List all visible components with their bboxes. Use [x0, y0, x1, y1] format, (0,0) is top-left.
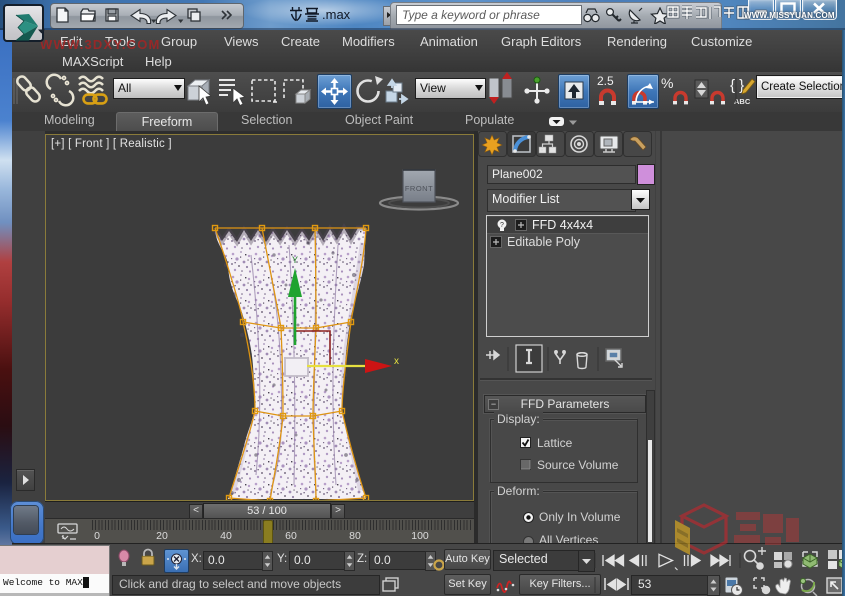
svg-text:2.5: 2.5: [597, 74, 614, 88]
svg-text:ABC: ABC: [734, 97, 751, 106]
svg-text:%: %: [661, 75, 673, 91]
svg-text:{ }: { }: [730, 77, 744, 94]
svg-text:?: ?: [500, 222, 504, 229]
svg-text:FRONT: FRONT: [405, 184, 433, 193]
svg-text:Y: Y: [292, 255, 298, 265]
svg-text:x: x: [394, 356, 399, 367]
